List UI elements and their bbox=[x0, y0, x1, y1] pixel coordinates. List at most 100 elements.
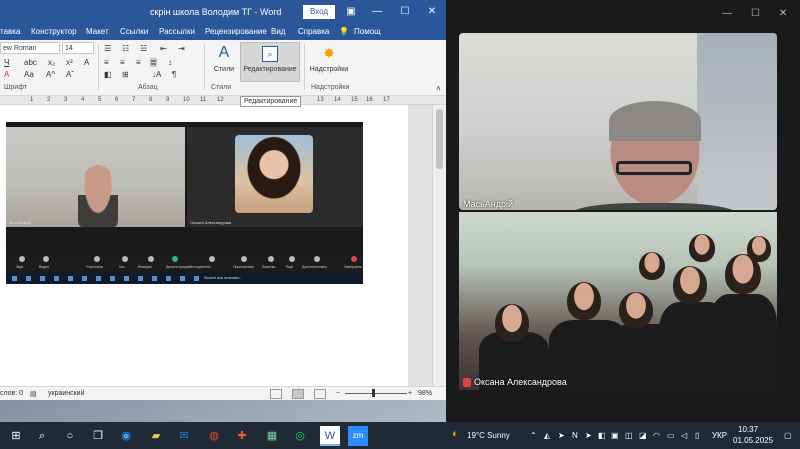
app-icon[interactable]: ✚ bbox=[232, 426, 252, 446]
word-taskbar-icon[interactable]: W bbox=[320, 426, 340, 446]
shading-icon[interactable]: ◧ bbox=[104, 70, 112, 79]
tab-layout[interactable]: Макет bbox=[86, 27, 109, 36]
tray-app-icon[interactable]: ◪ bbox=[639, 431, 647, 440]
addins-button[interactable]: ✸ Надстройки bbox=[306, 44, 352, 73]
search-icon[interactable]: ⌕ bbox=[32, 426, 52, 446]
input-language[interactable]: УКР bbox=[712, 431, 727, 440]
chrome-icon[interactable]: ◍ bbox=[204, 426, 224, 446]
task-view-icon[interactable]: ❐ bbox=[88, 426, 108, 446]
zoom-taskbar-icon[interactable]: zm bbox=[348, 426, 368, 446]
tray-app-icon[interactable]: ◫ bbox=[625, 431, 633, 440]
lightbulb-icon[interactable]: 💡 bbox=[339, 27, 349, 36]
login-button[interactable]: Вход bbox=[303, 5, 335, 19]
multilevel-icon[interactable]: ☱ bbox=[140, 44, 147, 53]
maximize-icon[interactable]: ☐ bbox=[397, 4, 413, 20]
zoom-level[interactable]: 98% bbox=[418, 390, 432, 397]
font-name-select[interactable]: ew Roman bbox=[0, 42, 60, 54]
zoom-slider-knob[interactable] bbox=[372, 389, 375, 397]
tray-app-icon[interactable]: ◭ bbox=[544, 431, 550, 440]
collapse-ribbon-icon[interactable]: ˄ bbox=[436, 84, 441, 93]
wifi-icon[interactable]: ◠ bbox=[653, 431, 660, 440]
text-effects-icon[interactable]: A bbox=[84, 58, 89, 67]
subscript-icon[interactable]: x₂ bbox=[48, 58, 55, 67]
shrink-font-icon[interactable]: Aˇ bbox=[66, 70, 74, 79]
outlook-icon[interactable]: ✉ bbox=[174, 426, 194, 446]
numbering-icon[interactable]: ☷ bbox=[122, 44, 129, 53]
notifications-icon[interactable]: ▢ bbox=[784, 431, 792, 440]
grow-font-icon[interactable]: A^ bbox=[46, 70, 55, 79]
vertical-scrollbar[interactable] bbox=[432, 105, 446, 386]
web-layout-icon[interactable] bbox=[314, 389, 326, 399]
weather-text[interactable]: 19°C Sunny bbox=[467, 431, 510, 440]
video-tile-participant1[interactable]: МасьАндрій bbox=[459, 33, 777, 210]
windows-start-icon[interactable]: ⊞ bbox=[6, 426, 26, 446]
justify-icon[interactable]: ≣ bbox=[150, 58, 157, 67]
borders-icon[interactable]: ⊞ bbox=[122, 70, 129, 79]
zoom-out-icon[interactable]: − bbox=[336, 390, 340, 397]
ruler-mark: 1 bbox=[30, 97, 34, 103]
bullets-icon[interactable]: ☰ bbox=[104, 44, 111, 53]
close-icon[interactable]: ✕ bbox=[779, 8, 787, 19]
onenote-icon[interactable]: N bbox=[572, 431, 578, 440]
strikethrough-icon[interactable]: abc bbox=[24, 58, 37, 67]
group-font-label: Шрифт bbox=[4, 84, 28, 91]
zoom-slider[interactable] bbox=[345, 393, 407, 394]
editing-button[interactable]: ⌕ Редактирование bbox=[240, 42, 300, 82]
decrease-indent-icon[interactable]: ⇤ bbox=[160, 44, 167, 53]
increase-indent-icon[interactable]: ⇥ bbox=[178, 44, 185, 53]
read-mode-icon[interactable] bbox=[270, 389, 282, 399]
font-color-icon[interactable]: A bbox=[4, 70, 9, 79]
superscript-icon[interactable]: x² bbox=[66, 58, 73, 67]
cortana-icon[interactable]: ○ bbox=[60, 426, 80, 446]
close-icon[interactable]: ✕ bbox=[424, 4, 440, 20]
tab-mailings[interactable]: Рассылки bbox=[159, 27, 195, 36]
maximize-icon[interactable]: ☐ bbox=[751, 8, 760, 19]
edge-icon[interactable]: ◉ bbox=[116, 426, 136, 446]
sort-icon[interactable]: ↓A bbox=[152, 70, 161, 79]
styles-button[interactable]: A Стили bbox=[210, 44, 238, 73]
weather-icon[interactable]: ◐ bbox=[452, 428, 459, 440]
minimize-icon[interactable]: — bbox=[722, 8, 732, 19]
tray-app-icon[interactable]: ◧ bbox=[598, 431, 606, 440]
clock-date[interactable]: 01.05.2025 bbox=[733, 436, 773, 445]
align-left-icon[interactable]: ≡ bbox=[104, 58, 109, 67]
print-layout-icon[interactable] bbox=[292, 389, 304, 399]
volume-icon[interactable]: ◁ bbox=[681, 431, 687, 440]
document-area: МасьАндрій Оксана Александрова Звук Виде… bbox=[0, 105, 446, 386]
document-page[interactable]: МасьАндрій Оксана Александрова Звук Виде… bbox=[0, 105, 408, 386]
align-right-icon[interactable]: ≡ bbox=[136, 58, 141, 67]
pasted-screenshot[interactable]: МасьАндрій Оксана Александрова Звук Виде… bbox=[6, 122, 363, 284]
tab-design[interactable]: Конструктор bbox=[31, 27, 77, 36]
font-size-select[interactable]: 14 bbox=[62, 42, 94, 54]
file-explorer-icon[interactable]: ▰ bbox=[146, 426, 166, 446]
align-center-icon[interactable]: ≡ bbox=[120, 58, 125, 67]
proofing-icon[interactable]: ▤ bbox=[30, 390, 37, 398]
scroll-thumb[interactable] bbox=[436, 109, 443, 169]
student-figure bbox=[639, 252, 665, 280]
line-spacing-icon[interactable]: ↕ bbox=[168, 58, 172, 67]
language-indicator[interactable]: украинский bbox=[48, 390, 85, 397]
tab-references[interactable]: Ссылки bbox=[120, 27, 148, 36]
change-case-icon[interactable]: Aa bbox=[24, 70, 34, 79]
minimize-icon[interactable]: — bbox=[369, 4, 385, 20]
store-icon[interactable]: ▦ bbox=[262, 426, 282, 446]
telegram-icon[interactable]: ➤ bbox=[585, 431, 592, 440]
video-tile-participant2[interactable]: Оксана Александрова bbox=[459, 212, 777, 390]
network-icon[interactable]: ▭ bbox=[667, 431, 675, 440]
tab-view[interactable]: Вид bbox=[271, 27, 285, 36]
ribbon-display-icon[interactable]: ▣ bbox=[343, 4, 359, 20]
word-count[interactable]: слов: 0 bbox=[0, 390, 23, 397]
clock-time[interactable]: 10:37 bbox=[738, 425, 758, 434]
zoom-in-icon[interactable]: + bbox=[408, 390, 412, 397]
tab-tell-me[interactable]: Помощ bbox=[354, 27, 381, 36]
tab-insert[interactable]: тавка bbox=[0, 27, 20, 36]
tray-chevron-icon[interactable]: ⌃ bbox=[530, 431, 537, 440]
whatsapp-icon[interactable]: ◎ bbox=[290, 426, 310, 446]
tab-help[interactable]: Справка bbox=[298, 27, 329, 36]
telegram-icon[interactable]: ➤ bbox=[558, 431, 565, 440]
show-marks-icon[interactable]: ¶ bbox=[172, 70, 176, 79]
battery-icon[interactable]: ▯ bbox=[695, 431, 699, 440]
underline-icon[interactable]: Ч bbox=[4, 58, 9, 67]
tab-review[interactable]: Рецензирование bbox=[205, 27, 267, 36]
tray-app-icon[interactable]: ▣ bbox=[611, 431, 619, 440]
